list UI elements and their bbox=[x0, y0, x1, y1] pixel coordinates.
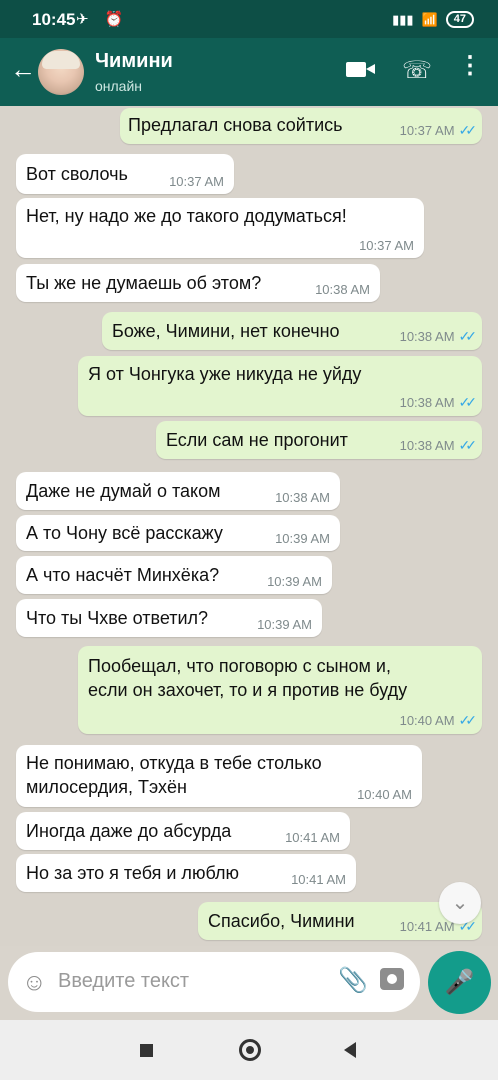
message-text: Вот сволочь bbox=[26, 164, 128, 184]
message-input-bar[interactable]: ☺ Введите текст 📎 bbox=[8, 952, 420, 1012]
message-bubble[interactable]: Что ты Чхве ответил? 10:39 AM bbox=[16, 599, 322, 637]
message-time: 10:37 AM bbox=[169, 174, 224, 189]
message-bubble[interactable]: Если сам не прогонит 10:38 AM ✓✓ bbox=[156, 421, 482, 459]
avatar[interactable] bbox=[38, 49, 84, 95]
message-text: Предлагал снова сойтись bbox=[128, 115, 343, 135]
message-bubble[interactable]: Нет, ну надо же до такого додуматься! 10… bbox=[16, 198, 424, 258]
message-text: Но за это я тебя и люблю bbox=[26, 863, 239, 883]
message-bubble[interactable]: Пообещал, что поговорю с сыном и, если о… bbox=[78, 646, 482, 734]
message-bubble[interactable]: Но за это я тебя и люблю 10:41 AM bbox=[16, 854, 356, 892]
back-icon[interactable] bbox=[344, 1042, 356, 1058]
status-icons: ✈ ⏰ bbox=[76, 11, 130, 28]
system-navbar bbox=[0, 1020, 498, 1080]
message-time: 10:41 AM bbox=[291, 872, 346, 887]
message-input-placeholder[interactable]: Введите текст bbox=[58, 970, 189, 993]
home-icon[interactable] bbox=[239, 1039, 261, 1061]
chat-header: ← Чимини онлайн ☏ ⋮ bbox=[0, 38, 498, 106]
message-time: 10:38 AM bbox=[275, 490, 330, 505]
message-text: Ты же не думаешь об этом? bbox=[26, 273, 262, 293]
message-text: Иногда даже до абсурда bbox=[26, 821, 232, 841]
message-bubble[interactable]: Не понимаю, откуда в тебе столько милосе… bbox=[16, 745, 422, 807]
status-time: 10:45 bbox=[32, 10, 76, 29]
contact-name[interactable]: Чимини bbox=[95, 50, 173, 73]
message-time: 10:38 AM bbox=[399, 395, 455, 410]
message-text: Нет, ну надо же до такого додуматься! bbox=[26, 206, 347, 226]
message-text: А то Чону всё расскажу bbox=[26, 523, 223, 543]
phone-call-icon[interactable]: ☏ bbox=[402, 56, 432, 85]
more-options-icon[interactable]: ⋮ bbox=[458, 54, 482, 78]
wifi-icon: 📶 bbox=[421, 11, 438, 27]
message-text: Боже, Чимини, нет конечно bbox=[112, 321, 340, 341]
message-time: 10:37 AM bbox=[399, 123, 455, 138]
message-time: 10:38 AM bbox=[315, 282, 370, 297]
message-text: Спасибо, Чимини bbox=[208, 911, 355, 931]
read-receipt-icon: ✓✓ bbox=[458, 394, 478, 410]
message-text: Я от Чонгука уже никуда не уйду bbox=[88, 364, 362, 384]
contact-status: онлайн bbox=[95, 78, 143, 94]
read-receipt-icon: ✓✓ bbox=[458, 437, 478, 453]
message-bubble[interactable]: Иногда даже до абсурда 10:41 AM bbox=[16, 812, 350, 850]
video-call-icon[interactable] bbox=[346, 62, 375, 77]
read-receipt-icon: ✓✓ bbox=[458, 328, 478, 344]
message-bubble[interactable]: Даже не думай о таком 10:38 AM bbox=[16, 472, 340, 510]
message-bubble[interactable]: А то Чону всё расскажу 10:39 AM bbox=[16, 515, 340, 551]
message-bubble[interactable]: Предлагал снова сойтись 10:37 AM ✓✓ bbox=[120, 108, 482, 144]
message-text: Пообещал, что поговорю с сыном и, если о… bbox=[88, 656, 408, 700]
status-bar: 10:45 ✈ ⏰ ▮▮▮ 📶 47 bbox=[0, 0, 498, 38]
message-text: А что насчёт Минхёка? bbox=[26, 565, 220, 585]
message-time: 10:39 AM bbox=[257, 617, 312, 632]
message-time: 10:40 AM bbox=[357, 787, 412, 802]
recent-apps-icon[interactable] bbox=[140, 1044, 153, 1057]
attach-icon[interactable]: 📎 bbox=[338, 966, 368, 995]
message-text: Что ты Чхве ответил? bbox=[26, 608, 209, 628]
message-text: Если сам не прогонит bbox=[166, 430, 348, 450]
battery-icon: 47 bbox=[445, 11, 474, 28]
camera-icon[interactable] bbox=[380, 968, 404, 990]
message-bubble[interactable]: Я от Чонгука уже никуда не уйду 10:38 AM… bbox=[78, 356, 482, 416]
message-time: 10:39 AM bbox=[267, 574, 322, 589]
message-time: 10:41 AM bbox=[285, 830, 340, 845]
read-receipt-icon: ✓✓ bbox=[458, 712, 478, 728]
emoji-icon[interactable]: ☺ bbox=[22, 969, 47, 997]
read-receipt-icon: ✓✓ bbox=[458, 122, 478, 138]
signal-icon: ▮▮▮ bbox=[392, 11, 414, 27]
message-text: Даже не думай о таком bbox=[26, 481, 221, 501]
message-time: 10:41 AM bbox=[399, 919, 455, 934]
message-time: 10:40 AM bbox=[399, 713, 455, 728]
message-time: 10:38 AM bbox=[399, 438, 455, 453]
message-time: 10:38 AM bbox=[399, 329, 455, 344]
message-time: 10:39 AM bbox=[275, 531, 330, 546]
status-right-icons: ▮▮▮ 📶 47 bbox=[392, 11, 474, 28]
chevron-down-icon: ⌄ bbox=[451, 892, 469, 914]
mic-icon: 🎤 bbox=[444, 969, 475, 996]
message-bubble[interactable]: Ты же не думаешь об этом? 10:38 AM bbox=[16, 264, 380, 302]
message-bubble[interactable]: А что насчёт Минхёка? 10:39 AM bbox=[16, 556, 332, 594]
message-bubble[interactable]: Боже, Чимини, нет конечно 10:38 AM ✓✓ bbox=[102, 312, 482, 350]
message-time: 10:37 AM bbox=[359, 238, 414, 253]
scroll-to-bottom-button[interactable]: ⌄ bbox=[439, 882, 481, 924]
mic-button[interactable]: 🎤 bbox=[428, 951, 491, 1014]
message-text: Не понимаю, откуда в тебе столько милосе… bbox=[26, 753, 322, 797]
message-bubble[interactable]: Вот сволочь 10:37 AM bbox=[16, 154, 234, 194]
back-arrow-icon[interactable]: ← bbox=[10, 56, 36, 82]
